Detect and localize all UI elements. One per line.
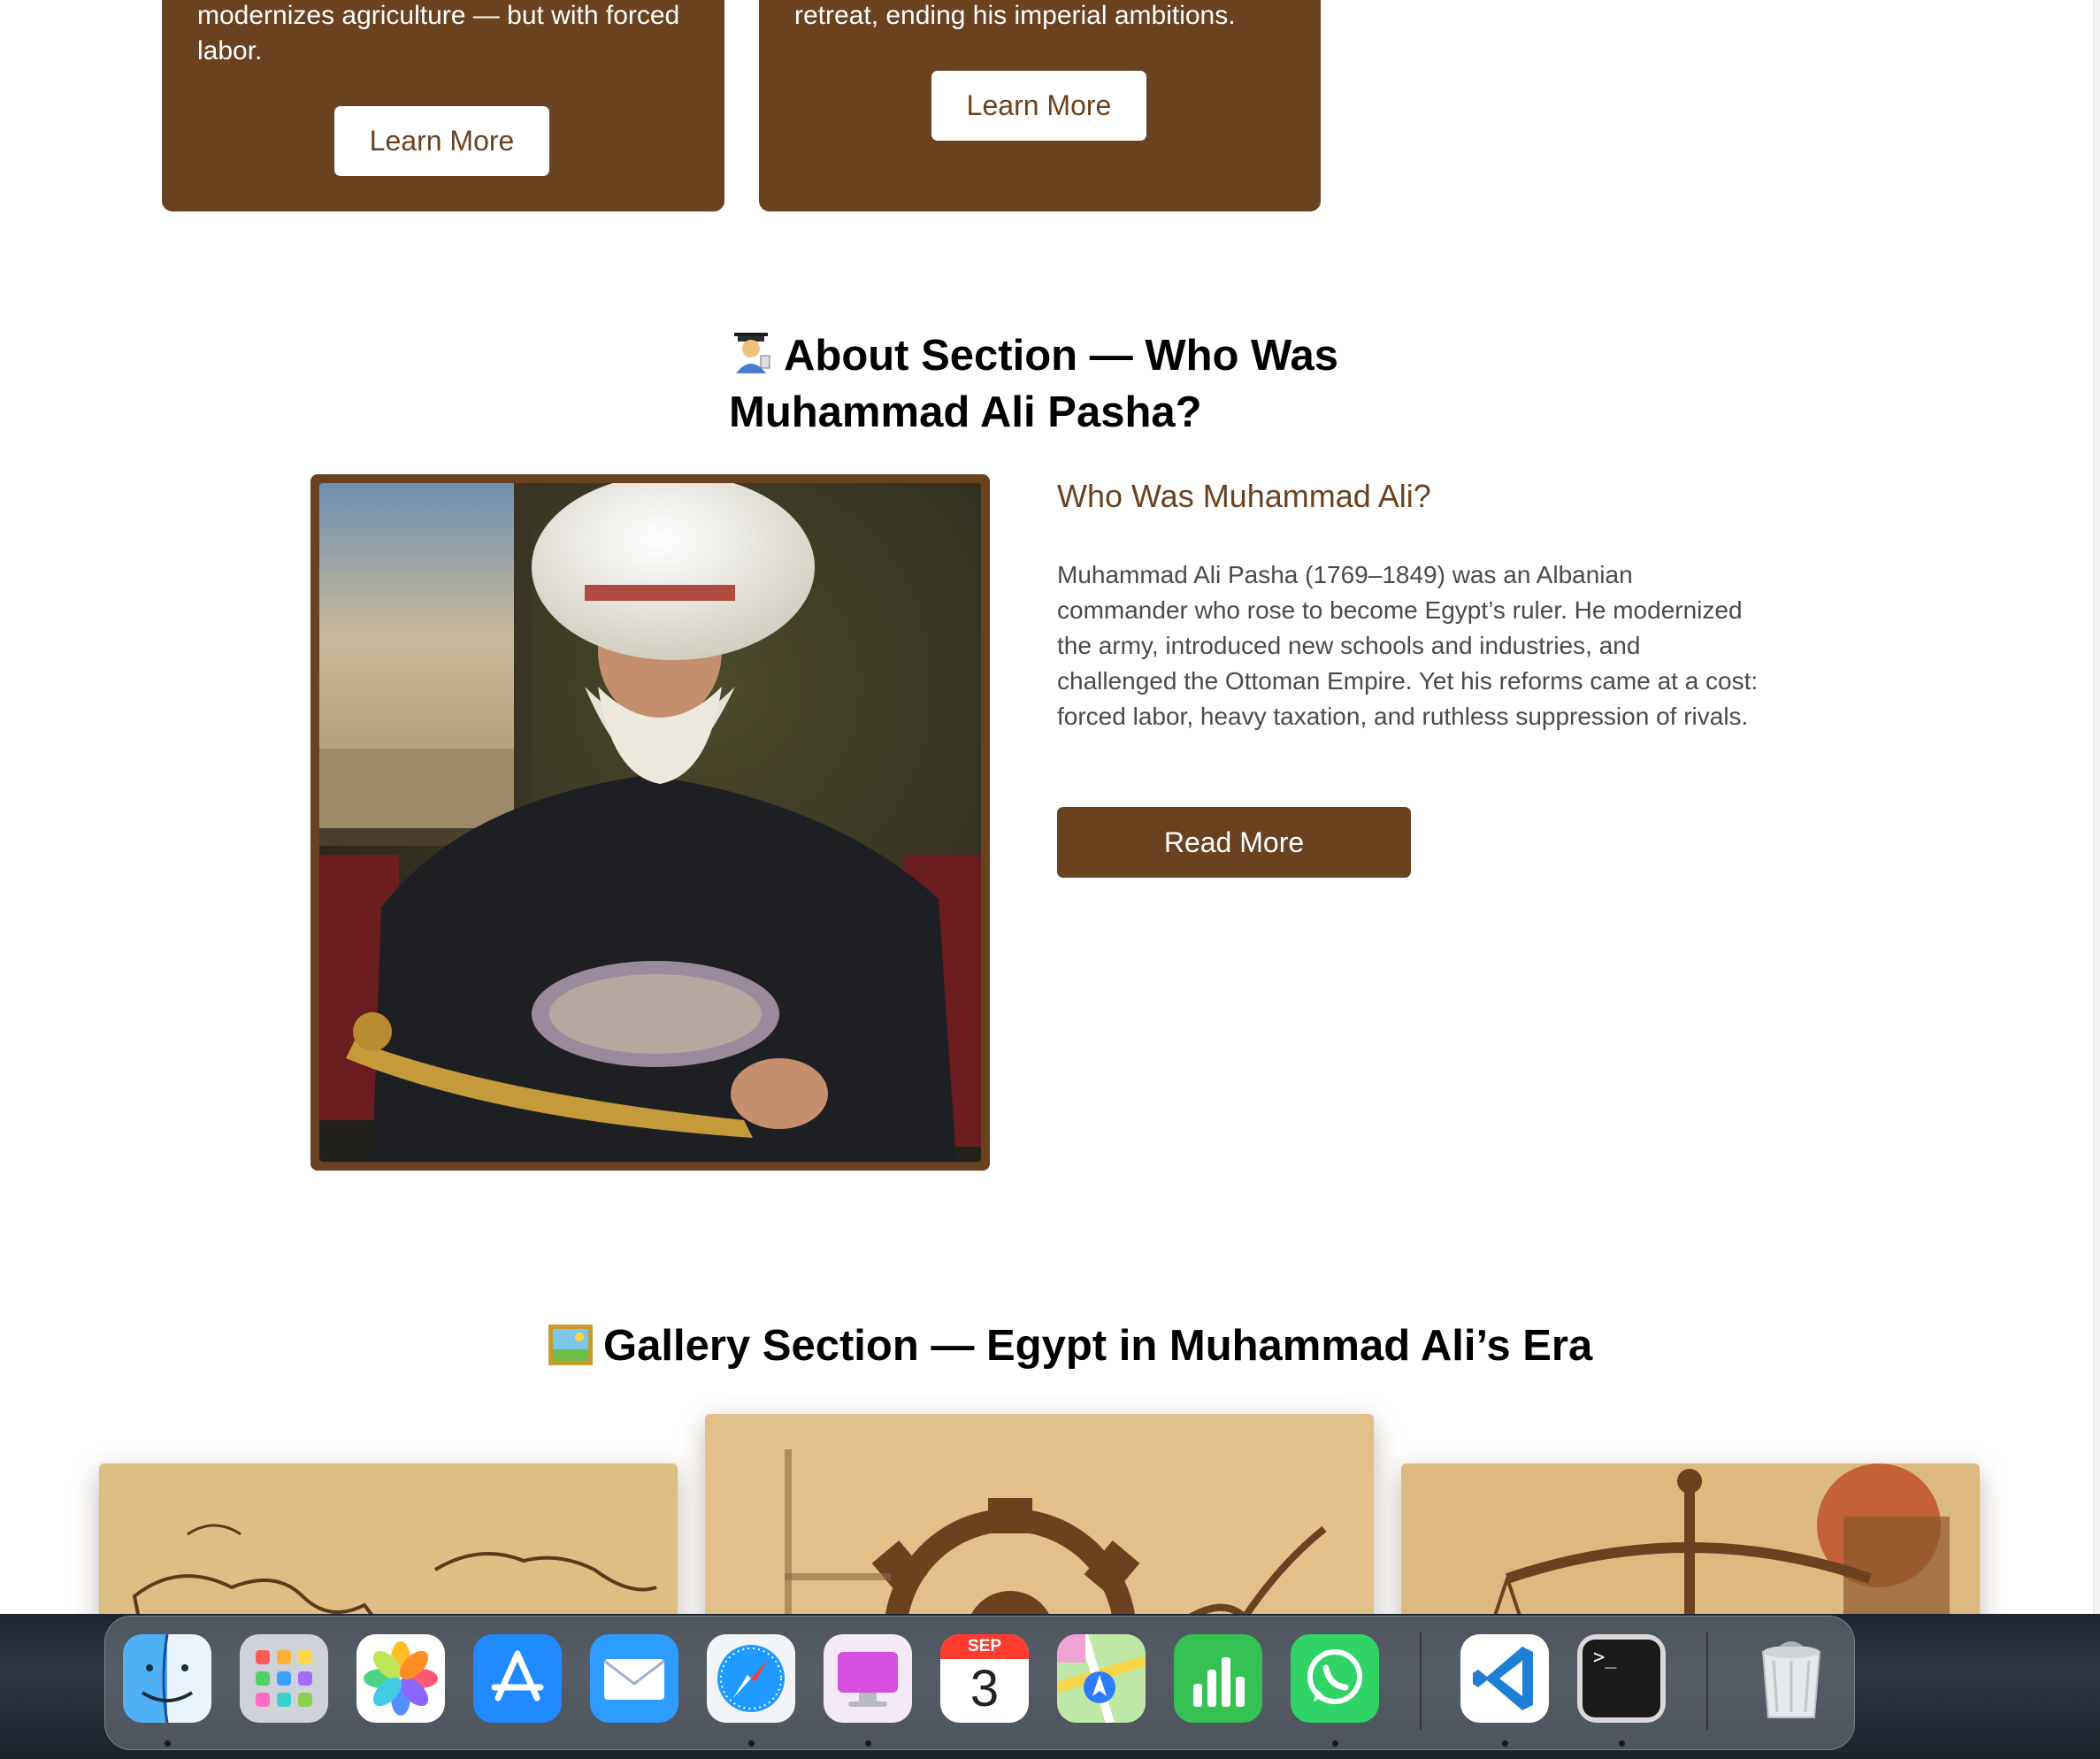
finder-icon[interactable] bbox=[123, 1634, 211, 1723]
muhammad-ali-portrait-image bbox=[319, 483, 981, 1162]
calendar-icon[interactable]: SEP 3 bbox=[940, 1634, 1029, 1723]
calendar-day: 3 bbox=[970, 1660, 1000, 1717]
gallery-section-title: Gallery Section — Egypt in Muhammad Ali’… bbox=[548, 1321, 1592, 1371]
maps-icon[interactable] bbox=[1057, 1634, 1146, 1723]
about-subtitle: Who Was Muhammad Ali? bbox=[1057, 478, 1431, 514]
learn-more-button[interactable]: Learn More bbox=[931, 71, 1146, 141]
dock-separator bbox=[1420, 1632, 1422, 1730]
gallery-title-text: Gallery Section — Egypt in Muhammad Ali’… bbox=[603, 1322, 1593, 1370]
about-section-title: About Section — Who Was Muhammad Ali Pas… bbox=[729, 327, 1366, 441]
launchpad-icon[interactable] bbox=[240, 1634, 328, 1723]
portrait-frame bbox=[310, 474, 990, 1171]
running-indicator bbox=[865, 1740, 871, 1747]
safari-icon[interactable] bbox=[707, 1634, 795, 1723]
browser-viewport: modernizes agriculture — but with forced… bbox=[0, 0, 2100, 1759]
numbers-icon[interactable] bbox=[1174, 1634, 1262, 1723]
trash-icon[interactable] bbox=[1747, 1634, 1836, 1723]
card-description: modernizes agriculture — but with forced… bbox=[197, 1, 680, 65]
creator-studio-icon[interactable] bbox=[824, 1634, 912, 1723]
vscode-icon[interactable] bbox=[1460, 1634, 1549, 1723]
running-indicator bbox=[165, 1740, 171, 1747]
running-indicator bbox=[1619, 1740, 1625, 1747]
learn-more-button[interactable]: Learn More bbox=[334, 106, 549, 176]
timeline-card: retreat, ending his imperial ambitions. … bbox=[759, 0, 1321, 211]
photos-icon[interactable] bbox=[356, 1634, 445, 1723]
read-more-button[interactable]: Read More bbox=[1057, 807, 1411, 878]
framed-picture-emoji-icon bbox=[548, 1325, 593, 1365]
calendar-month: SEP bbox=[967, 1637, 1002, 1655]
mail-icon[interactable] bbox=[590, 1634, 678, 1723]
whatsapp-icon[interactable] bbox=[1291, 1634, 1379, 1723]
about-title-text: About Section — Who Was Muhammad Ali Pas… bbox=[729, 332, 1338, 436]
about-description: Muhammad Ali Pasha (1769–1849) was an Al… bbox=[1057, 561, 1759, 730]
macos-dock: SEP 3 >_ bbox=[104, 1616, 1855, 1750]
dock-separator bbox=[1706, 1632, 1708, 1730]
app-store-icon[interactable] bbox=[473, 1634, 562, 1723]
portrait-illustration bbox=[319, 483, 981, 1162]
running-indicator bbox=[748, 1740, 755, 1747]
scholar-emoji-icon bbox=[734, 333, 770, 373]
timeline-card: modernizes agriculture — but with forced… bbox=[162, 0, 724, 211]
card-description: retreat, ending his imperial ambitions. bbox=[794, 1, 1236, 30]
terminal-prompt: >_ bbox=[1593, 1647, 1617, 1669]
running-indicator bbox=[1502, 1740, 1508, 1747]
terminal-icon[interactable]: >_ bbox=[1577, 1634, 1666, 1723]
scrollbar-track[interactable] bbox=[2093, 0, 2100, 1616]
running-indicator bbox=[1332, 1740, 1338, 1747]
